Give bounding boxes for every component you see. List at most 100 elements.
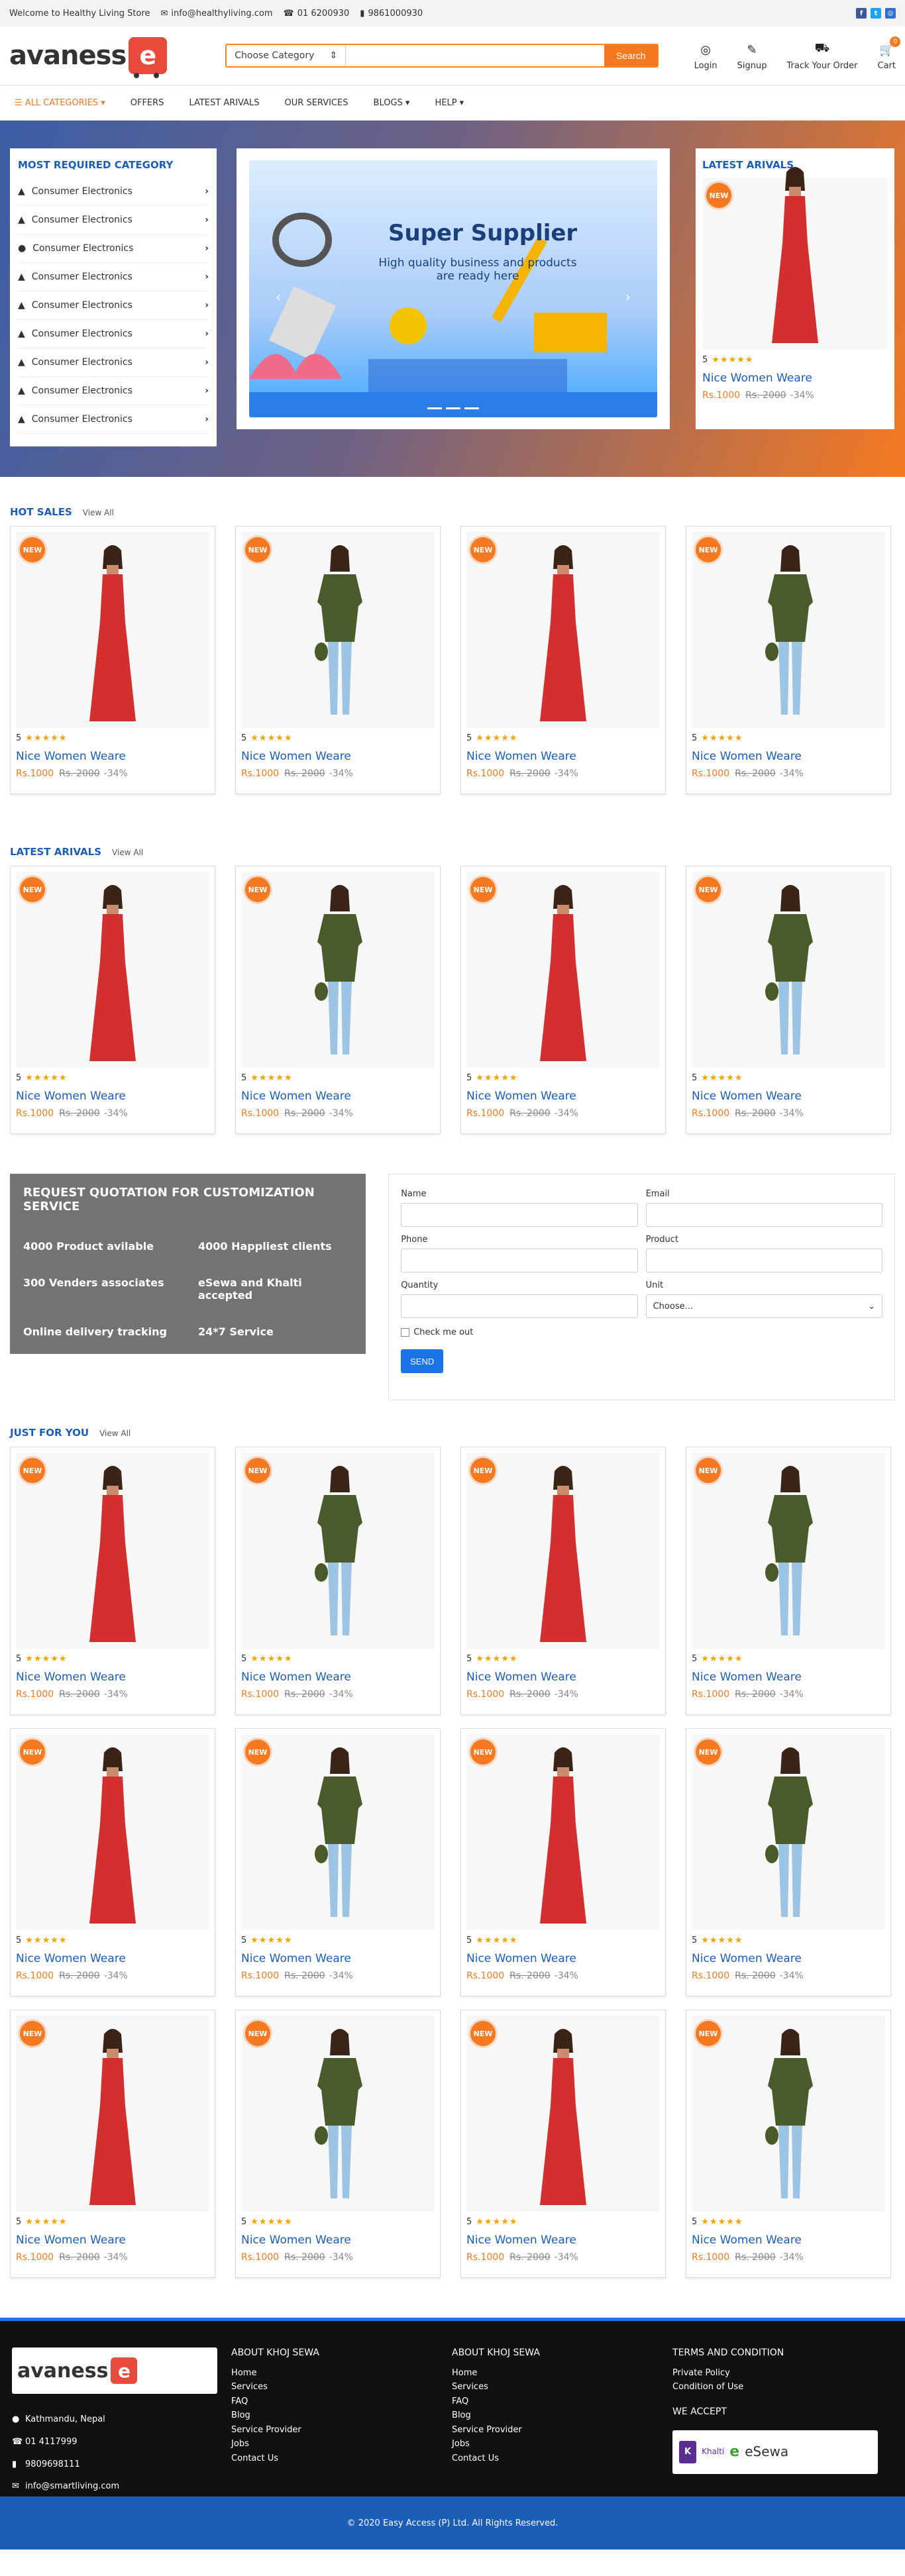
product-image[interactable]: NEW: [466, 2016, 660, 2212]
product-name[interactable]: Nice Women Weare: [466, 1952, 660, 1965]
product-name[interactable]: Nice Women Weare: [692, 750, 885, 763]
product-card[interactable]: NEW 5 ★★★★★ Nice Women Weare Rs.1000 Rs. 2000…: [10, 526, 215, 794]
product-card[interactable]: NEW 5 ★★★★★ Nice Women Weare Rs.1000 Rs. 2000…: [460, 2010, 666, 2278]
product-name[interactable]: Nice Women Weare: [702, 372, 888, 385]
product-image[interactable]: NEW: [692, 532, 885, 728]
product-image[interactable]: NEW: [692, 872, 885, 1068]
footer-logo[interactable]: avaness e: [12, 2347, 217, 2394]
check-me-out-checkbox[interactable]: [401, 1328, 410, 1337]
email-contact[interactable]: ✉ info@healthyliving.com: [160, 9, 272, 19]
mobile[interactable]: ▮ 9809698111: [12, 2453, 231, 2476]
product-card[interactable]: NEW 5 ★★★★★ Nice Women Weare Rs.1000 Rs. 2000…: [460, 526, 666, 794]
product-name[interactable]: Nice Women Weare: [692, 2234, 885, 2247]
quantity-field[interactable]: [401, 1294, 638, 1318]
view-all-link[interactable]: View All: [99, 1429, 131, 1438]
privacy-policy-link[interactable]: Private Policy: [672, 2368, 730, 2378]
cart-link[interactable]: 🛒 0 Cart: [878, 36, 901, 71]
condition-of-use-link[interactable]: Condition of Use: [672, 2382, 743, 2392]
product-name[interactable]: Nice Women Weare: [466, 2234, 660, 2247]
product-image[interactable]: NEW: [692, 1734, 885, 1930]
product-image[interactable]: NEW: [16, 2016, 209, 2212]
product-name[interactable]: Nice Women Weare: [16, 750, 209, 763]
product-image[interactable]: NEW: [466, 872, 660, 1068]
product-card[interactable]: NEW 5 ★★★★★ Nice Women Weare Rs.1000 Rs. 2000…: [10, 1447, 215, 1715]
product-name[interactable]: Nice Women Weare: [241, 750, 435, 763]
footer-link[interactable]: Jobs: [231, 2439, 249, 2449]
product-name[interactable]: Nice Women Weare: [241, 1090, 435, 1103]
product-name[interactable]: Nice Women Weare: [692, 1952, 885, 1965]
mobile-contact[interactable]: ▮ 9861000930: [360, 9, 423, 19]
product-image[interactable]: NEW: [241, 1734, 435, 1930]
search-input[interactable]: [346, 45, 605, 66]
email-field[interactable]: [645, 1203, 882, 1227]
product-card[interactable]: NEW 5 ★★★★★ Nice Women Weare Rs.1000 Rs. 2000…: [235, 526, 441, 794]
product-card[interactable]: NEW 5 ★★★★★ Nice Women Weare Rs.1000 Rs. 2000…: [686, 1728, 891, 1996]
nav-latest-arrivals[interactable]: LATEST ARIVALS: [189, 98, 259, 108]
product-name[interactable]: Nice Women Weare: [241, 1952, 435, 1965]
login-link[interactable]: ◎ Login: [694, 43, 718, 71]
product-image[interactable]: NEW: [241, 1453, 435, 1649]
product-card[interactable]: NEW 5 ★★★★★ Nice Women Weare Rs.1000 Rs. 2000…: [10, 2010, 215, 2278]
search-button[interactable]: Search: [604, 45, 658, 66]
site-logo[interactable]: avaness e: [9, 37, 168, 78]
footer-link[interactable]: Contact Us: [231, 2453, 278, 2463]
hero-banner[interactable]: Super Supplier High quality business and…: [237, 148, 670, 429]
product-card[interactable]: NEW 5 ★★★★★ Nice Women Weare Rs.1000 Rs. 2000…: [460, 866, 666, 1134]
carousel-next-icon[interactable]: ›: [625, 289, 631, 305]
product-image[interactable]: NEW: [466, 1453, 660, 1649]
product-card[interactable]: NEW 5 ★★★★★ Nice Women Weare Rs.1000 Rs. 2000…: [686, 2010, 891, 2278]
product-card[interactable]: NEW 5 ★★★★★ Nice Women Weare Rs.1000 Rs. 2000…: [235, 1447, 441, 1715]
product-image[interactable]: NEW: [16, 532, 209, 728]
category-item[interactable]: ▲ Consumer Electronics ›: [18, 320, 209, 348]
phone-contact[interactable]: ☎ 01 6200930: [284, 9, 350, 19]
view-all-link[interactable]: View All: [83, 508, 114, 517]
view-all-link[interactable]: View All: [112, 848, 143, 857]
send-button[interactable]: SEND: [401, 1349, 444, 1373]
product-image[interactable]: NEW: [466, 1734, 660, 1930]
facebook-icon[interactable]: f: [856, 8, 867, 19]
product-card[interactable]: NEW 5 ★★★★★ Nice Women Weare Rs.1000 Rs. 2000…: [235, 866, 441, 1134]
product-name[interactable]: Nice Women Weare: [692, 1671, 885, 1684]
product-name[interactable]: Nice Women Weare: [466, 1671, 660, 1684]
footer-link[interactable]: Home: [231, 2368, 256, 2378]
track-order-link[interactable]: ⛟ Track Your Order: [787, 41, 858, 71]
nav-offers[interactable]: OFFERS: [131, 98, 164, 108]
nav-all-categories[interactable]: ☰ ALL CATEGORIES ▾: [15, 98, 105, 108]
footer-link[interactable]: FAQ: [231, 2396, 248, 2406]
product-name[interactable]: Nice Women Weare: [16, 1671, 209, 1684]
footer-link[interactable]: Service Provider: [231, 2425, 301, 2435]
product-card[interactable]: NEW 5 ★★★★★ Nice Women Weare Rs.1000 Rs. 2000…: [460, 1447, 666, 1715]
footer-link[interactable]: Contact Us: [452, 2453, 499, 2463]
product-image[interactable]: NEW: [702, 167, 888, 350]
category-item[interactable]: ● Consumer Electronics ›: [18, 234, 209, 263]
carousel-prev-icon[interactable]: ‹: [276, 289, 281, 305]
category-item[interactable]: ▲ Consumer Electronics ›: [18, 405, 209, 434]
product-image[interactable]: NEW: [241, 872, 435, 1068]
product-card[interactable]: NEW 5 ★★★★★ Nice Women Weare Rs.1000 Rs. 2000…: [235, 1728, 441, 1996]
product-image[interactable]: NEW: [16, 1453, 209, 1649]
nav-our-services[interactable]: OUR SERVICES: [285, 98, 348, 108]
product-card[interactable]: NEW 5 ★★★★★ Nice Women Weare Rs.1000 Rs. 2000…: [10, 866, 215, 1134]
product-name[interactable]: Nice Women Weare: [466, 750, 660, 763]
email[interactable]: ✉ info@smartliving.com: [12, 2475, 231, 2498]
footer-link[interactable]: Blog: [231, 2410, 250, 2420]
product-field[interactable]: [645, 1249, 882, 1272]
product-name[interactable]: Nice Women Weare: [16, 2234, 209, 2247]
signup-link[interactable]: ✎ Signup: [737, 43, 767, 71]
category-item[interactable]: ▲ Consumer Electronics ›: [18, 348, 209, 377]
unit-select[interactable]: Choose... ⌄: [645, 1294, 882, 1318]
product-card[interactable]: NEW 5 ★★★★★ Nice Women Weare Rs.1000 Rs. 2…: [702, 167, 888, 409]
product-name[interactable]: Nice Women Weare: [692, 1090, 885, 1103]
product-image[interactable]: NEW: [692, 2016, 885, 2212]
product-card[interactable]: NEW 5 ★★★★★ Nice Women Weare Rs.1000 Rs. 2000…: [10, 1728, 215, 1996]
carousel-indicators[interactable]: [249, 407, 657, 409]
product-card[interactable]: NEW 5 ★★★★★ Nice Women Weare Rs.1000 Rs. 2000…: [686, 1447, 891, 1715]
footer-link[interactable]: Jobs: [452, 2439, 470, 2449]
category-item[interactable]: ▲ Consumer Electronics ›: [18, 206, 209, 234]
product-card[interactable]: NEW 5 ★★★★★ Nice Women Weare Rs.1000 Rs. 2000…: [686, 526, 891, 794]
footer-link[interactable]: Blog: [452, 2410, 471, 2420]
product-name[interactable]: Nice Women Weare: [16, 1090, 209, 1103]
product-card[interactable]: NEW 5 ★★★★★ Nice Women Weare Rs.1000 Rs. 2000…: [686, 866, 891, 1134]
product-name[interactable]: Nice Women Weare: [16, 1952, 209, 1965]
nav-blogs[interactable]: BLOGS ▾: [374, 98, 410, 108]
